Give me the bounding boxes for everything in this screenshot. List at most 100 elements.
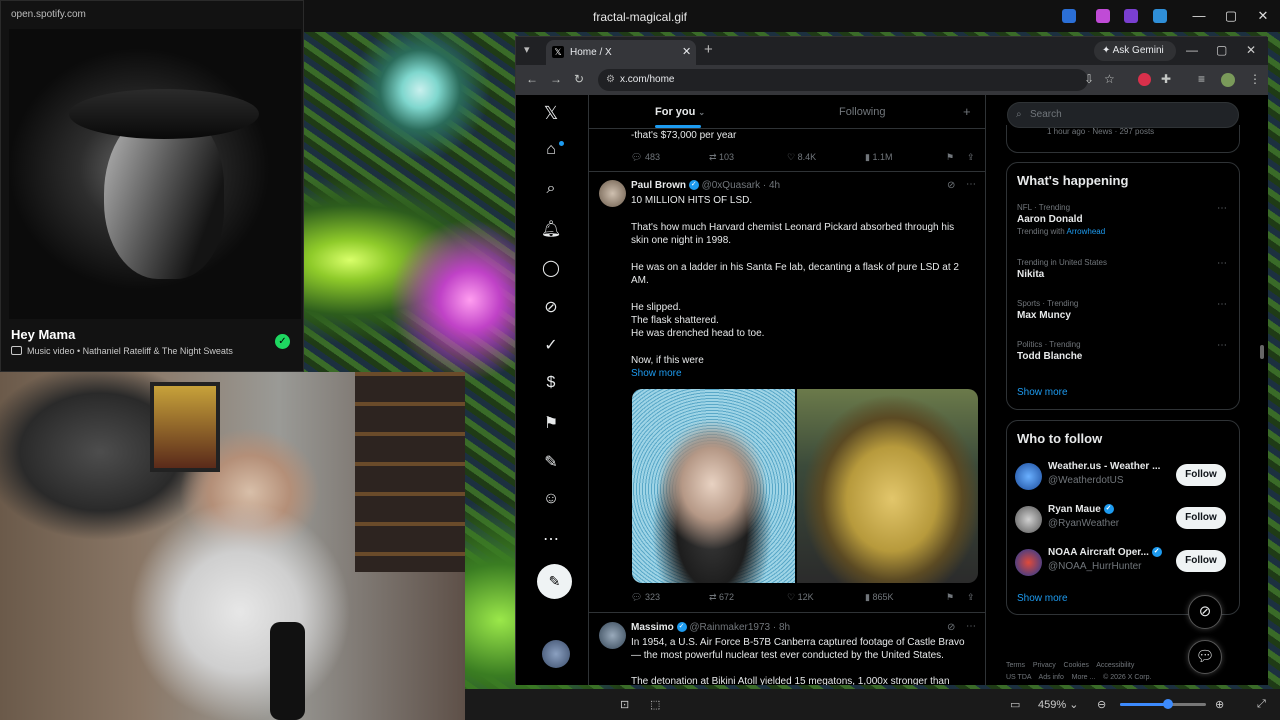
grok-icon[interactable]: ⊘ — [1188, 595, 1222, 629]
show-more-link[interactable]: Show more — [631, 368, 682, 379]
like-icon[interactable]: ♡ 8.4K — [787, 152, 816, 163]
menu-icon[interactable]: ⋮ — [1249, 72, 1261, 86]
zoom-out-icon[interactable]: ⊖ — [1097, 698, 1106, 711]
author-name[interactable]: Massimo — [631, 622, 674, 633]
more-icon[interactable]: ⋯ — [540, 529, 562, 551]
close-icon[interactable]: ✕ — [1253, 8, 1273, 24]
verified-badge-icon: ✓ — [688, 180, 699, 191]
more-options-icon[interactable]: ⋯ — [1217, 340, 1227, 351]
bookmarks-icon[interactable]: ⚑ — [540, 413, 562, 435]
messages-icon[interactable]: ⊘ — [540, 297, 562, 319]
account-avatar[interactable] — [542, 640, 570, 668]
minimize-icon[interactable]: — — [1186, 43, 1198, 57]
tray-app-icon[interactable] — [1096, 9, 1110, 23]
like-icon[interactable]: ♡ 12K — [787, 592, 814, 603]
author-handle[interactable]: @Rainmaker1973 · 8h — [689, 622, 790, 633]
fullscreen-icon[interactable]: ⤢ — [1257, 698, 1266, 711]
profile-icon[interactable]: ☺ — [540, 490, 562, 512]
trend-item[interactable]: Trending in United States Nikita ⋯ — [1017, 258, 1231, 288]
notifications-icon[interactable]: 🔔︎ — [540, 219, 562, 241]
more-options-icon[interactable]: ⋯ — [966, 179, 976, 190]
tweet-image-flask[interactable] — [797, 389, 978, 583]
scrollbar-thumb[interactable] — [1260, 345, 1264, 359]
follow-button[interactable]: Follow — [1176, 550, 1226, 572]
follow-button[interactable]: Follow — [1176, 464, 1226, 486]
tray-app-icon[interactable] — [1153, 9, 1167, 23]
close-tab-icon[interactable]: ✕ — [682, 45, 691, 58]
verified-icon[interactable]: ✓ — [540, 335, 562, 357]
close-icon[interactable]: ✕ — [1246, 43, 1256, 57]
author-handle[interactable]: @0xQuasark · 4h — [702, 180, 781, 191]
show-more-link[interactable]: Show more — [1017, 593, 1068, 604]
share-icon[interactable]: ⇪ — [967, 152, 975, 163]
share-icon[interactable]: ⇪ — [967, 592, 975, 603]
more-options-icon[interactable]: ⋯ — [1217, 299, 1227, 310]
liked-check-icon[interactable]: ✓ — [275, 334, 290, 349]
repost-icon[interactable]: ⇄ 672 — [709, 592, 734, 603]
zoom-level[interactable]: 459% ⌄ — [1038, 698, 1078, 711]
avatar[interactable] — [599, 180, 626, 207]
add-tab-icon[interactable]: + — [963, 104, 971, 119]
grok-icon[interactable]: ⊘ — [947, 180, 955, 191]
more-options-icon[interactable]: ⋯ — [1217, 203, 1227, 214]
adblock-icon[interactable] — [1138, 73, 1151, 86]
views-icon[interactable]: ▮ 865K — [865, 592, 893, 603]
more-options-icon[interactable]: ⋯ — [966, 621, 976, 632]
new-tab-icon[interactable]: + — [704, 41, 713, 58]
grok-icon[interactable]: ⊘ — [947, 622, 955, 633]
install-icon[interactable]: ⇩ — [1084, 72, 1094, 86]
maximize-icon[interactable]: ▢ — [1221, 8, 1241, 24]
profile-avatar[interactable] — [1221, 73, 1235, 87]
x-logo-icon[interactable]: 𝕏 — [540, 103, 562, 125]
tab-home-x[interactable]: 𝕏 Home / X ✕ — [546, 40, 696, 65]
bookmark-icon[interactable]: ⚑ — [946, 592, 954, 603]
tab-search-icon[interactable]: ▾ — [524, 43, 530, 56]
ask-gemini-button[interactable]: ✦ Ask Gemini — [1094, 41, 1176, 61]
tab-for-you[interactable]: For you ⌄ — [655, 106, 705, 118]
select-icon[interactable]: ⬚ — [650, 698, 660, 711]
zoom-in-icon[interactable]: ⊕ — [1215, 698, 1224, 711]
show-more-link[interactable]: Show more — [1017, 387, 1068, 398]
follow-button[interactable]: Follow — [1176, 507, 1226, 529]
maximize-icon[interactable]: ▢ — [1216, 43, 1227, 57]
follow-suggestion[interactable]: NOAA Aircraft Oper... ✓ @NOAA_HurrHunter… — [1015, 547, 1235, 577]
site-info-icon[interactable]: ⚙ — [606, 74, 615, 85]
lists-icon[interactable]: ✎ — [540, 452, 562, 474]
avatar[interactable] — [599, 622, 626, 649]
address-bar[interactable]: ⚙ x.com/home — [598, 69, 1088, 91]
reload-icon[interactable]: ↻ — [574, 72, 584, 86]
follow-suggestion[interactable]: Ryan Maue ✓ @RyanWeather Follow — [1015, 504, 1235, 534]
trend-item[interactable]: Sports · Trending Max Muncy ⋯ — [1017, 299, 1231, 329]
trend-item[interactable]: NFL · Trending Aaron Donald Trending wit… — [1017, 203, 1231, 243]
follow-suggestion[interactable]: Weather.us - Weather ... @WeatherdotUS F… — [1015, 461, 1235, 491]
views-icon[interactable]: ▮ 1.1M — [865, 152, 892, 163]
messages-icon[interactable]: 💬︎ — [1188, 640, 1222, 674]
search-icon[interactable]: ⌕ — [540, 180, 562, 202]
reply-icon[interactable]: 💬︎ 483 — [631, 152, 660, 163]
fit-screen-icon[interactable]: ▭ — [1010, 698, 1020, 711]
footer-links[interactable]: US TDA Ads info More ... © 2026 X Corp. — [1006, 672, 1246, 684]
bookmark-star-icon[interactable]: ☆ — [1104, 72, 1115, 86]
bookmark-icon[interactable]: ⚑ — [946, 152, 954, 163]
tray-app-icon[interactable] — [1124, 9, 1138, 23]
repost-icon[interactable]: ⇄ 103 — [709, 152, 734, 163]
tray-app-icon[interactable] — [1062, 9, 1076, 23]
trend-link[interactable]: Arrowhead — [1067, 227, 1106, 236]
compose-post-button[interactable]: ✎ — [537, 564, 572, 599]
forward-icon[interactable]: → — [550, 72, 562, 86]
monetization-icon[interactable]: $ — [540, 374, 562, 396]
extensions-icon[interactable]: ✚ — [1161, 72, 1171, 86]
reply-icon[interactable]: 💬︎ 323 — [631, 592, 660, 603]
back-icon[interactable]: ← — [526, 72, 538, 86]
tab-following[interactable]: Following — [839, 106, 885, 118]
author-name[interactable]: Paul Brown — [631, 180, 686, 191]
zoom-slider-handle[interactable] — [1163, 699, 1173, 709]
trend-item[interactable]: Politics · Trending Todd Blanche ⋯ — [1017, 340, 1231, 370]
media-icon[interactable]: ≡ — [1198, 72, 1205, 86]
grok-icon[interactable]: ◯ — [540, 258, 562, 280]
track-title[interactable]: Hey Mama — [11, 327, 75, 342]
minimize-icon[interactable]: — — [1189, 8, 1209, 23]
tweet-image-portrait[interactable] — [632, 389, 795, 583]
more-options-icon[interactable]: ⋯ — [1217, 258, 1227, 269]
crop-icon[interactable]: ⊡ — [620, 698, 629, 711]
